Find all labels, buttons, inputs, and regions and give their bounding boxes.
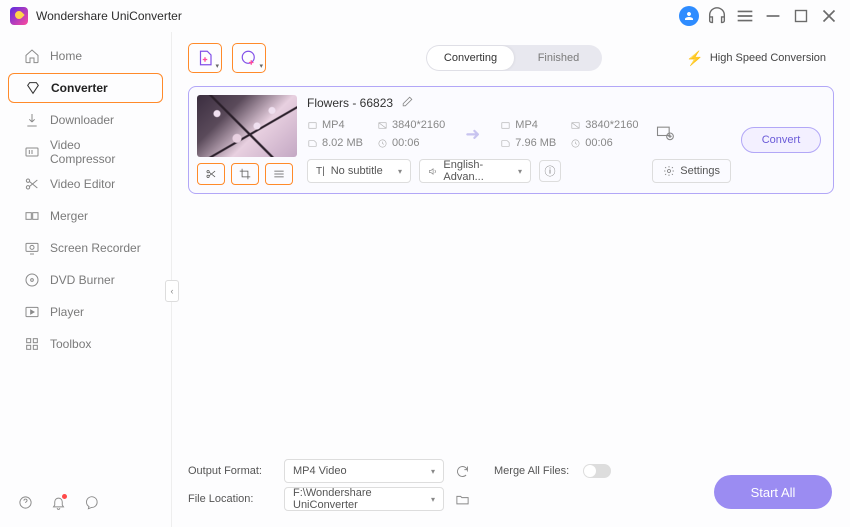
download-icon: [24, 112, 40, 128]
grid-icon: [24, 336, 40, 352]
dst-size: 7.96 MB: [500, 137, 556, 149]
home-icon: [24, 48, 40, 64]
recorder-icon: [24, 240, 40, 256]
add-disc-button[interactable]: ▾: [232, 43, 266, 73]
trim-button[interactable]: [197, 163, 225, 185]
convert-button[interactable]: Convert: [741, 127, 821, 153]
hamburger-menu-icon[interactable]: [734, 5, 756, 27]
audio-dropdown[interactable]: English-Advan...▾: [419, 159, 531, 183]
effect-button[interactable]: [265, 163, 293, 185]
add-file-button[interactable]: ▾: [188, 43, 222, 73]
sidebar-label: Video Compressor: [50, 138, 147, 166]
sidebar-item-compressor[interactable]: Video Compressor: [8, 137, 163, 167]
src-size: 8.02 MB: [307, 137, 363, 149]
play-icon: [24, 304, 40, 320]
file-location-dropdown[interactable]: F:\Wondershare UniConverter▾: [284, 487, 444, 511]
chevron-down-icon: ▾: [259, 62, 263, 70]
refresh-icon[interactable]: [454, 463, 470, 479]
edit-title-icon[interactable]: [401, 95, 414, 111]
src-duration: 00:06: [377, 137, 445, 149]
tab-converting[interactable]: Converting: [427, 46, 514, 70]
headset-icon[interactable]: [706, 5, 728, 27]
sidebar-item-video-editor[interactable]: Video Editor: [8, 169, 163, 199]
dst-resolution: 3840*2160: [570, 119, 638, 131]
src-resolution: 3840*2160: [377, 119, 445, 131]
output-format-label: Output Format:: [188, 465, 274, 477]
sidebar-label: Merger: [50, 209, 88, 223]
maximize-button[interactable]: [790, 5, 812, 27]
app-title: Wondershare UniConverter: [36, 9, 182, 23]
sidebar-item-merger[interactable]: Merger: [8, 201, 163, 231]
dst-duration: 00:06: [570, 137, 638, 149]
sidebar-label: Video Editor: [50, 177, 115, 191]
tab-pill: Converting Finished: [426, 45, 602, 71]
sidebar-item-player[interactable]: Player: [8, 297, 163, 327]
compressor-icon: [24, 144, 40, 160]
sidebar-item-screen-recorder[interactable]: Screen Recorder: [8, 233, 163, 263]
arrow-right-icon: ➜: [465, 124, 480, 145]
settings-button[interactable]: Settings: [652, 159, 731, 183]
sidebar-item-downloader[interactable]: Downloader: [8, 105, 163, 135]
merger-icon: [24, 208, 40, 224]
tab-finished[interactable]: Finished: [515, 45, 602, 71]
output-settings-icon[interactable]: [655, 123, 675, 146]
output-format-dropdown[interactable]: MP4 Video▾: [284, 459, 444, 483]
bolt-icon: ⚡: [686, 50, 703, 67]
info-button[interactable]: ⓘ: [539, 160, 561, 182]
converter-icon: [25, 80, 41, 96]
sidebar-item-home[interactable]: Home: [8, 41, 163, 71]
app-logo: [10, 7, 28, 25]
account-avatar[interactable]: [678, 5, 700, 27]
high-speed-conversion-button[interactable]: ⚡High Speed Conversion: [678, 46, 834, 71]
video-thumbnail[interactable]: [197, 95, 297, 157]
sidebar-label: Toolbox: [50, 337, 91, 351]
merge-toggle[interactable]: [583, 464, 611, 478]
sidebar-label: DVD Burner: [50, 273, 115, 287]
file-title: Flowers - 66823: [307, 96, 393, 110]
sidebar-label: Downloader: [50, 113, 114, 127]
dst-format: MP4: [500, 119, 556, 131]
sidebar-item-dvd-burner[interactable]: DVD Burner: [8, 265, 163, 295]
sidebar-label: Converter: [51, 81, 108, 95]
minimize-button[interactable]: [762, 5, 784, 27]
merge-label: Merge All Files:: [494, 465, 569, 477]
scissors-icon: [24, 176, 40, 192]
sidebar-label: Home: [50, 49, 82, 63]
file-location-label: File Location:: [188, 493, 274, 505]
sidebar-item-toolbox[interactable]: Toolbox: [8, 329, 163, 359]
crop-button[interactable]: [231, 163, 259, 185]
sidebar-label: Screen Recorder: [50, 241, 141, 255]
start-all-button[interactable]: Start All: [714, 475, 832, 509]
help-icon[interactable]: [18, 495, 33, 513]
sidebar-item-converter[interactable]: Converter: [8, 73, 163, 103]
file-card: Flowers - 66823 MP4 3840*2160 8.02 MB 00…: [188, 86, 834, 194]
open-folder-icon[interactable]: [454, 491, 470, 507]
chevron-down-icon: ▾: [215, 62, 219, 70]
subtitle-dropdown[interactable]: T|No subtitle▾: [307, 159, 411, 183]
close-button[interactable]: [818, 5, 840, 27]
disc-icon: [24, 272, 40, 288]
src-format: MP4: [307, 119, 363, 131]
sidebar-label: Player: [50, 305, 84, 319]
feedback-icon[interactable]: [84, 495, 99, 513]
notification-bell-icon[interactable]: [51, 495, 66, 513]
